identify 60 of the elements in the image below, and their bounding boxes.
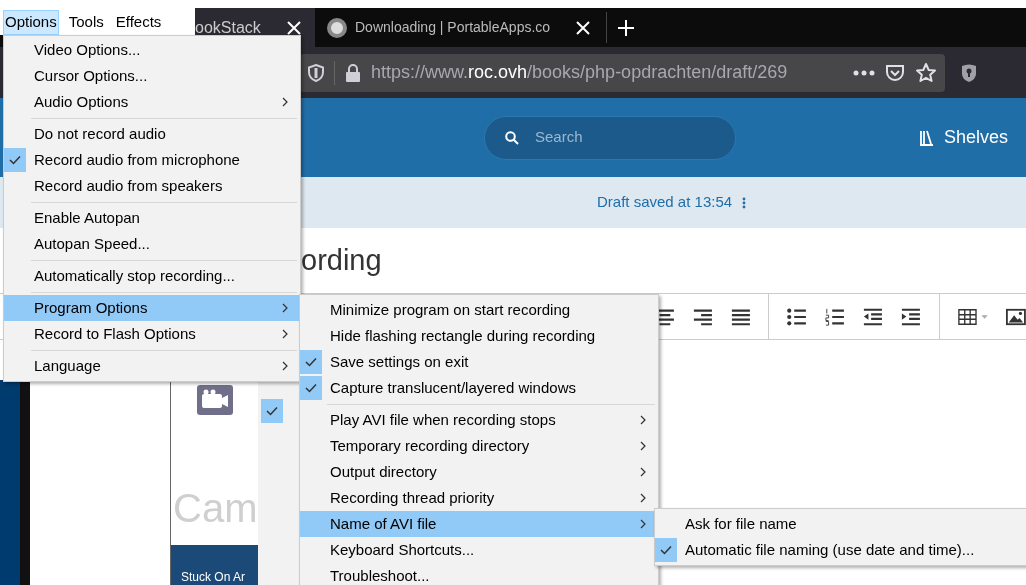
site-icon [327, 17, 347, 38]
menu-title[interactable]: Effects [113, 10, 164, 35]
menu-item[interactable]: Recording thread priority [300, 485, 658, 511]
books-icon [919, 129, 934, 146]
bullet-list-icon[interactable] [787, 306, 808, 327]
menu-item[interactable]: Temporary recording directory [300, 433, 658, 459]
indent-icon[interactable] [900, 306, 921, 327]
menu-item[interactable]: Save settings on exit [300, 349, 658, 375]
check-icon [660, 545, 672, 555]
search-icon [505, 130, 519, 145]
menu-item[interactable]: Automatically stop recording... [4, 263, 300, 289]
close-icon[interactable] [576, 20, 590, 35]
outdent-icon[interactable] [863, 306, 883, 327]
shelves-link[interactable]: Shelves [919, 124, 1010, 151]
menu-item[interactable]: Record audio from microphone [4, 147, 300, 173]
menu-item[interactable]: Autopan Speed... [4, 231, 300, 257]
image-icon[interactable] [1006, 307, 1026, 326]
menu-item[interactable]: Ask for file name [655, 511, 1026, 537]
shield-icon[interactable] [308, 63, 324, 82]
justify-icon[interactable] [730, 307, 751, 326]
menu-item[interactable]: Program Options [4, 295, 300, 321]
menu-item[interactable]: Troubleshoot... [300, 563, 658, 585]
draft-status: Draft saved at 13:54 [597, 192, 733, 213]
menu-item[interactable]: Capture translucent/layered windows [300, 375, 658, 401]
check-icon [305, 383, 317, 393]
menu-item[interactable]: Record audio from speakers [4, 173, 300, 199]
close-icon[interactable] [287, 20, 301, 35]
page-heading: ording [301, 242, 382, 278]
kebab-menu-icon[interactable] [742, 196, 747, 209]
menu-item[interactable]: Enable Autopan [4, 205, 300, 231]
menu-item[interactable]: Record to Flash Options [4, 321, 300, 347]
check-icon [305, 357, 317, 367]
menu-item[interactable]: Keyboard Shortcuts... [300, 537, 658, 563]
search-field[interactable]: Search [484, 115, 736, 160]
menu-item[interactable]: Hide flashing rectangle during recording [300, 323, 658, 349]
url-text: https://www.roc.ovh/books/php-opdrachten/draft/269 [371, 61, 789, 84]
more-icon[interactable] [853, 69, 875, 76]
menu-item[interactable]: Play AVI file when recording stops [300, 407, 658, 433]
url-field[interactable]: https://www.roc.ovh/books/php-opdrachten/draft/269 [300, 53, 945, 92]
menu-item[interactable]: Audio Options [4, 89, 300, 115]
align-right-icon[interactable] [692, 307, 713, 326]
status-text: Stuck On Ar [181, 570, 246, 585]
menu-item[interactable]: Language [4, 353, 300, 379]
numbered-list-icon[interactable] [825, 306, 846, 327]
lock-icon[interactable] [345, 63, 361, 82]
menu-item[interactable]: Do not record audio [4, 121, 300, 147]
check-icon [9, 155, 21, 165]
menu-item[interactable]: Cursor Options... [4, 63, 300, 89]
check-icon [266, 406, 278, 416]
menu-item[interactable]: Output directory [300, 459, 658, 485]
menu-item[interactable]: Minimize program on start recording [300, 297, 658, 323]
shield-keyhole-icon[interactable] [959, 62, 979, 83]
pocket-icon[interactable] [885, 62, 905, 83]
menu-title[interactable]: Options [3, 10, 59, 35]
camera-icon [197, 385, 233, 415]
menu-title[interactable]: Tools [66, 10, 106, 35]
table-icon[interactable] [957, 307, 989, 326]
menu-item[interactable]: Automatic file naming (use date and time)... [655, 537, 1026, 563]
star-icon[interactable] [915, 61, 937, 84]
new-tab-icon[interactable] [617, 18, 635, 37]
